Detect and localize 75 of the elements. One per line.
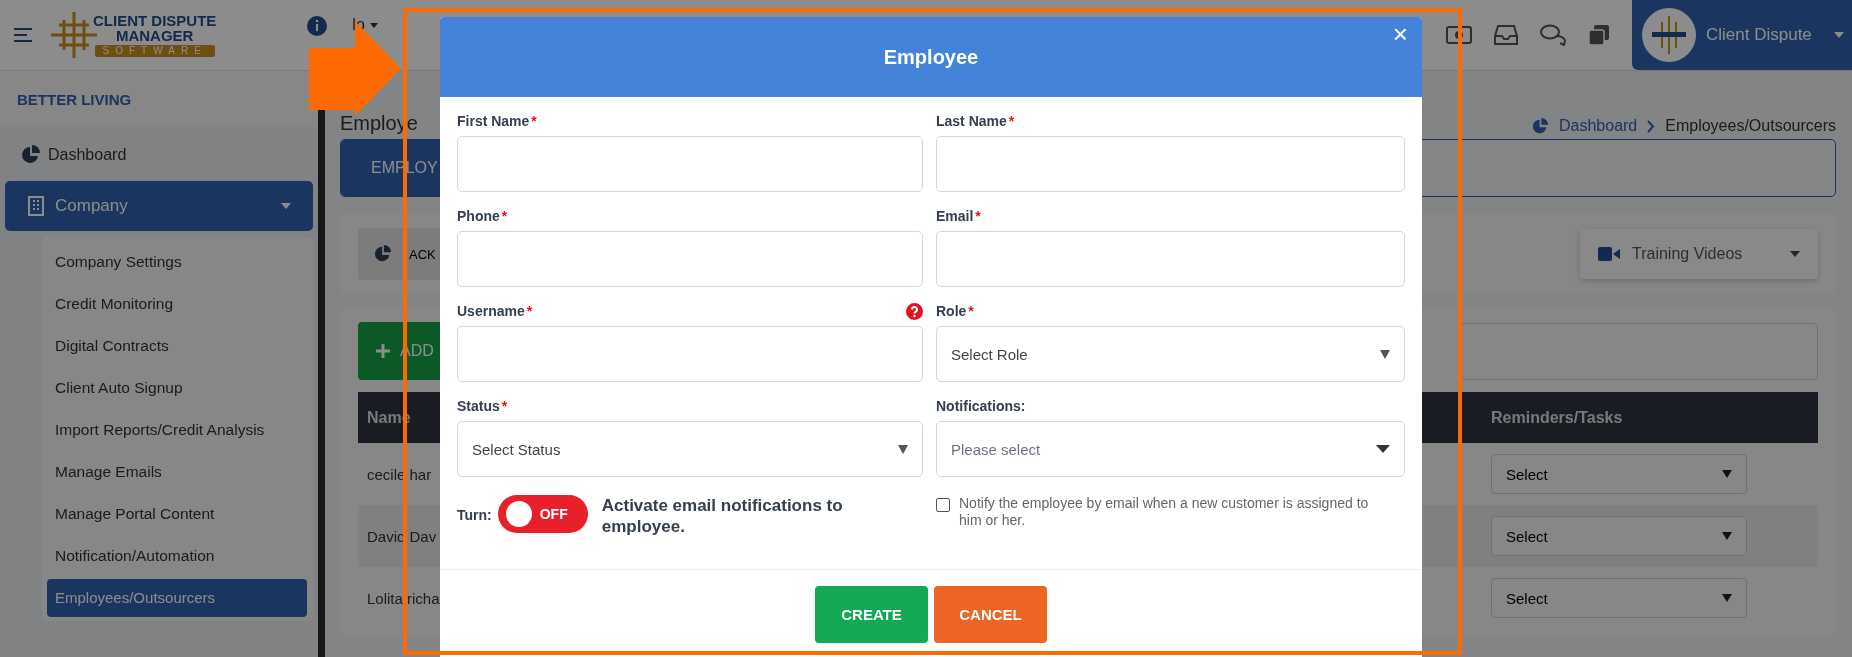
copy-icon[interactable] xyxy=(1588,24,1610,46)
submenu-item[interactable]: Company Settings xyxy=(42,241,313,283)
create-button[interactable]: CREATE xyxy=(815,586,928,643)
cancel-button[interactable]: CANCEL xyxy=(934,586,1047,643)
reminder-select[interactable]: Select xyxy=(1491,454,1747,494)
close-button[interactable]: × xyxy=(1388,21,1412,47)
video-camera-icon xyxy=(1598,247,1620,261)
search-field[interactable] xyxy=(1461,322,1818,380)
logo-tagline: SOFTWARE xyxy=(94,45,215,57)
dialog-title: Employee xyxy=(883,45,979,69)
caret-icon xyxy=(369,22,378,28)
caret-icon xyxy=(1722,470,1732,478)
avatar-icon xyxy=(1642,8,1696,62)
toggle-description: Activate email notifications to employee. xyxy=(601,495,844,537)
submenu-item[interactable]: Import Reports/Credit Analysis xyxy=(42,409,313,451)
chevron-right-icon xyxy=(1647,119,1656,133)
submenu-item[interactable]: Employees/Outsourcers xyxy=(47,579,307,617)
money-icon[interactable] xyxy=(1446,26,1472,44)
pie-chart-icon xyxy=(1532,117,1549,135)
training-videos-dropdown[interactable]: Training Videos xyxy=(1580,229,1818,279)
submenu-item[interactable]: Manage Portal Content xyxy=(42,493,313,535)
pie-chart-icon xyxy=(374,245,392,263)
reminder-select[interactable]: Select xyxy=(1491,516,1747,556)
table-cell-text: cecile har xyxy=(366,465,432,483)
sidebar-item[interactable]: Dashboard xyxy=(5,137,313,173)
field-label: First Name* xyxy=(457,113,537,129)
building-icon xyxy=(27,196,45,216)
sidebar-group[interactable]: Company xyxy=(5,181,313,231)
toggle-switch[interactable]: OFF xyxy=(497,495,588,533)
multiselect-field[interactable]: Please select xyxy=(936,421,1405,477)
text-field[interactable] xyxy=(936,231,1405,287)
submenu-item[interactable]: Digital Contracts xyxy=(42,325,313,367)
field-label: Email* xyxy=(936,208,981,224)
text-field[interactable] xyxy=(457,231,923,287)
help-icon[interactable] xyxy=(906,302,923,320)
info-icon xyxy=(307,16,328,36)
submenu-item[interactable]: Credit Monitoring xyxy=(42,283,313,325)
breadcrumb-current: Employees/Outsourcers xyxy=(1665,117,1836,135)
menu-icon[interactable] xyxy=(13,27,33,43)
account-name: BETTER LIVING xyxy=(17,90,132,108)
plus-icon xyxy=(376,344,390,358)
field-label: Role* xyxy=(936,303,974,319)
caret-icon xyxy=(1834,32,1844,38)
caret-icon xyxy=(1376,445,1390,453)
caret-icon xyxy=(1722,532,1732,540)
field-label: Phone* xyxy=(457,208,508,224)
field-label: Username* xyxy=(457,303,533,319)
submenu-item[interactable]: Manage Emails xyxy=(42,451,313,493)
column-header: Reminders/Tasks xyxy=(1491,408,1624,427)
field-label: Status* xyxy=(457,398,508,414)
caret-icon xyxy=(1790,251,1800,257)
submenu-item[interactable]: Client Auto Signup xyxy=(42,367,313,409)
logo-text: CLIENT DISPUTE xyxy=(93,13,217,28)
breadcrumb-link[interactable]: Dashboard xyxy=(1559,117,1638,135)
caret-icon xyxy=(1722,594,1732,602)
table-cell-text: Lolita richa xyxy=(366,589,440,607)
chat-icon[interactable] xyxy=(1540,24,1566,46)
logo-text: MANAGER xyxy=(115,28,194,43)
field-label: Last Name* xyxy=(936,113,1015,129)
caret-icon xyxy=(281,203,291,209)
field-label: Notifications: xyxy=(936,398,1026,414)
select-field[interactable]: Select Status xyxy=(457,421,923,477)
caret-icon xyxy=(1380,349,1390,359)
reminder-select[interactable]: Select xyxy=(1491,578,1747,618)
checkbox-label: Notify the employee by email when a new customer is assigned to him or her. xyxy=(959,495,1369,529)
select-field[interactable]: Select Role xyxy=(936,326,1405,382)
pie-chart-icon xyxy=(21,145,41,165)
text-field[interactable] xyxy=(457,326,923,382)
text-field[interactable] xyxy=(936,136,1405,192)
inbox-icon[interactable] xyxy=(1494,25,1518,45)
submenu-item[interactable]: Notification/Automation xyxy=(42,535,313,577)
text-field[interactable] xyxy=(457,136,923,192)
toggle-label: Turn: xyxy=(457,507,492,523)
user-menu-button[interactable]: Client Dispute xyxy=(1632,0,1852,70)
checkbox[interactable] xyxy=(936,498,950,512)
